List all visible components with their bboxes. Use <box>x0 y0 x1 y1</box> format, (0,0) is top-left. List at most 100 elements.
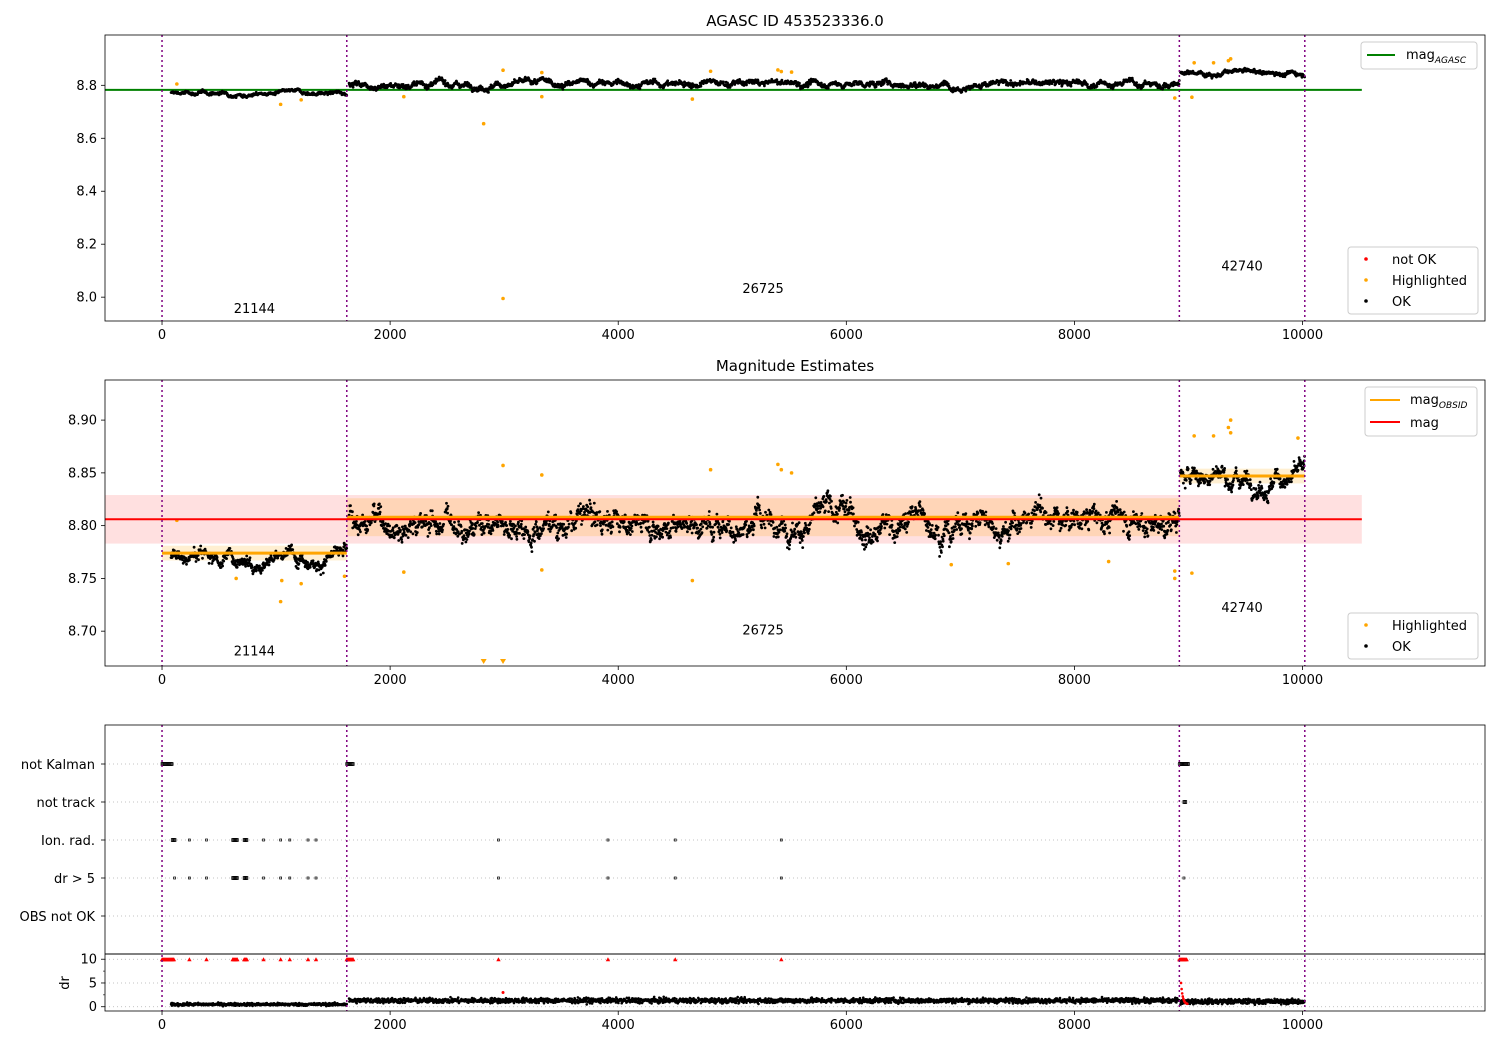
data-point-ok <box>647 530 651 534</box>
data-point-ok <box>502 533 506 536</box>
data-point-ok <box>778 528 782 532</box>
data-point-ok <box>379 505 383 509</box>
data-point-ok <box>443 79 447 82</box>
data-point-ok <box>556 531 560 535</box>
data-point-ok <box>769 524 773 527</box>
data-point-ok <box>629 527 633 530</box>
data-point-ok <box>555 526 559 529</box>
data-point-ok <box>185 562 188 566</box>
data-point-ok <box>759 523 763 527</box>
data-point-ok <box>411 532 415 536</box>
data-point-ok <box>296 567 300 570</box>
data-point-highlighted <box>540 94 544 99</box>
data-point-ok <box>807 527 811 531</box>
data-point-ok <box>505 524 509 527</box>
data-point-ok <box>618 525 622 529</box>
data-point-ok <box>453 520 456 524</box>
data-point-ok <box>426 87 430 90</box>
data-point-ok <box>489 532 493 536</box>
data-point-ok <box>577 504 580 508</box>
data-point-ok <box>533 531 537 534</box>
data-point-ok <box>718 536 722 540</box>
data-point-ok <box>518 532 521 535</box>
data-point-ok <box>638 87 642 91</box>
data-point-ok <box>695 523 698 527</box>
data-point-ok <box>259 571 263 575</box>
data-point-ok <box>228 547 232 550</box>
data-point-highlighted <box>501 68 505 73</box>
data-point-ok <box>391 529 395 532</box>
data-point-ok <box>355 520 358 523</box>
data-point-ok <box>793 527 797 531</box>
data-point-ok <box>618 530 621 534</box>
data-point-ok <box>534 522 537 526</box>
data-point-ok <box>378 510 382 514</box>
legend-label: mag <box>1406 48 1435 63</box>
data-point-ok <box>776 535 780 539</box>
data-point-ok <box>404 533 408 537</box>
data-point-ok <box>409 530 413 534</box>
data-point-ok <box>801 546 805 549</box>
data-point-ok <box>491 529 495 532</box>
data-point-ok <box>722 80 725 84</box>
data-point-ok <box>359 530 362 534</box>
data-point-ok <box>477 511 480 514</box>
data-point-ok <box>701 525 705 529</box>
data-point-ok <box>524 525 528 529</box>
data-point-ok <box>413 521 417 524</box>
data-point-ok <box>215 555 219 559</box>
data-point-ok <box>419 512 422 515</box>
legend-subscript: AGASC <box>1434 56 1467 66</box>
data-point-ok <box>804 524 808 527</box>
data-point-ok <box>351 510 354 514</box>
data-point-ok <box>651 520 655 524</box>
data-point-ok <box>752 524 756 528</box>
data-point-ok <box>369 521 373 525</box>
data-point-ok <box>763 526 767 530</box>
data-point-ok <box>630 530 634 533</box>
legend-label: not OK <box>1392 253 1437 268</box>
data-point-ok <box>429 524 433 527</box>
data-point-ok <box>537 537 541 540</box>
data-point-ok <box>220 562 224 565</box>
data-point-ok <box>802 535 805 538</box>
data-point-ok <box>829 507 833 510</box>
data-point-ok <box>783 529 787 533</box>
data-point-ok <box>548 530 552 533</box>
data-point-ok <box>771 520 775 524</box>
data-point-ok <box>567 525 570 529</box>
data-point-ok <box>700 531 704 535</box>
y-tick-label: 8.8 <box>76 79 97 94</box>
legend-lines: magAGASC <box>1360 41 1478 70</box>
data-point-ok <box>788 543 791 547</box>
data-point-ok <box>705 522 708 526</box>
data-point-ok <box>504 521 507 524</box>
data-point-ok <box>409 520 412 523</box>
data-point-ok <box>457 520 460 523</box>
y-tick-label: 8.4 <box>76 185 97 200</box>
data-point-ok <box>446 511 449 515</box>
data-point-ok <box>711 539 715 542</box>
data-point-ok <box>772 535 776 538</box>
data-point-ok <box>564 536 568 539</box>
data-point-ok <box>480 522 484 525</box>
data-point-ok <box>255 568 258 572</box>
data-point-ok <box>710 533 714 536</box>
data-point-ok <box>787 547 791 551</box>
data-point-ok <box>668 529 672 533</box>
data-point-ok <box>562 522 566 526</box>
data-point-ok <box>345 546 349 550</box>
data-point-ok <box>630 524 634 528</box>
data-point-ok <box>319 573 323 576</box>
data-point-ok <box>600 528 604 532</box>
data-point-ok <box>809 521 812 525</box>
data-point-ok <box>791 521 794 525</box>
data-point-ok <box>629 533 632 536</box>
data-point-ok <box>397 539 401 542</box>
data-point-ok <box>1086 83 1089 86</box>
data-point-ok <box>829 494 832 498</box>
data-point-ok <box>759 512 762 515</box>
data-point-ok <box>400 538 403 541</box>
data-point-highlighted <box>776 68 780 72</box>
data-point-highlighted <box>1226 58 1231 63</box>
